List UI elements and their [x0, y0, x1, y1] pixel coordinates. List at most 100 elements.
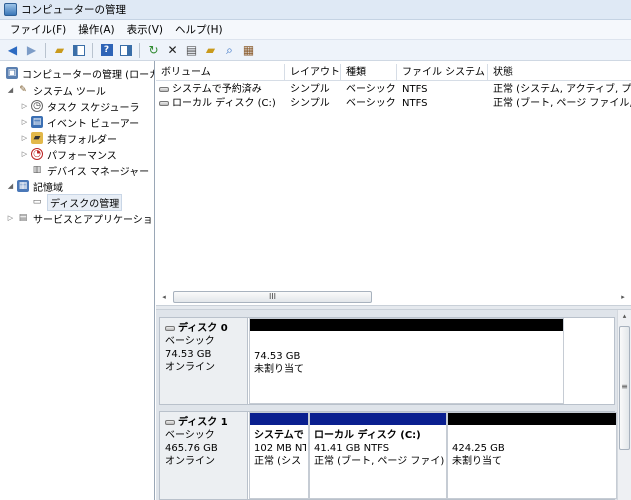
title-bar: コンピューターの管理 [0, 0, 631, 20]
back-icon[interactable]: ◀ [4, 42, 21, 59]
partition-title: システムで [254, 430, 304, 441]
partition-title: ローカル ディスク (C:) [314, 430, 421, 441]
column-header-filesystem[interactable]: ファイル システム [397, 64, 488, 81]
expand-arrow-icon[interactable]: ▷ [20, 134, 29, 142]
horizontal-scrollbar[interactable]: ◂ III ▸ [158, 290, 629, 304]
tree-item-storage[interactable]: ◢ ▦ 記憶域 [6, 178, 63, 194]
tree-item-disk-management[interactable]: ▭ ディスクの管理 [29, 193, 123, 211]
status-cell: 正常 (システム, アクティブ, プラ [493, 84, 631, 95]
partition-status: 未割り当て [452, 456, 502, 467]
forward-icon[interactable]: ▶ [23, 42, 40, 59]
toolbar-separator [92, 42, 93, 58]
toolbar-separator [139, 42, 140, 58]
computer-management-icon: ▣ [6, 67, 18, 79]
disk-graph-view: ディスク 0 ベーシック 74.53 GB オンライン 74.53 GB 未割り… [156, 310, 631, 500]
partition-text: システムで 102 MB NT 正常 (シス [254, 429, 306, 468]
volume-cell: ローカル ディスク (C:) [156, 97, 285, 110]
volume-row[interactable]: ローカル ディスク (C:) シンプル ベーシック NTFS 正常 (ブート, … [156, 97, 631, 110]
volume-icon [159, 86, 169, 92]
tree-item-shared-folders[interactable]: ▷ ▰ 共有フォルダー [20, 130, 117, 146]
storage-icon: ▦ [17, 180, 29, 192]
up-folder-icon[interactable]: ▰ [51, 42, 68, 59]
collapse-arrow-icon[interactable]: ◢ [6, 86, 15, 94]
partition-bar [250, 319, 563, 331]
partition-size: 102 MB NT [254, 443, 306, 454]
tree-item-performance[interactable]: ▷ ◔ パフォーマンス [20, 146, 117, 162]
show-hide-tree-icon[interactable] [70, 42, 87, 59]
tree-item-system-tools[interactable]: ◢ ✎ システム ツール [6, 82, 106, 98]
layout-cell: シンプル [290, 98, 330, 109]
tree-item-computer-management[interactable]: ▣ コンピューターの管理 (ローカ [4, 65, 154, 81]
disk-name-row: ディスク 1 [165, 416, 247, 429]
tree-item-device-manager[interactable]: ▥ デバイス マネージャー [29, 162, 149, 178]
expand-arrow-icon[interactable]: ▷ [20, 102, 29, 110]
partition-status: 正常 (ブート, ページ ファイ) [314, 456, 444, 467]
expand-arrow-icon[interactable]: ▷ [6, 214, 15, 222]
partition-status: 未割り当て [254, 364, 304, 375]
menu-file[interactable]: ファイル(F) [4, 22, 72, 37]
scroll-left-icon[interactable]: ◂ [158, 291, 170, 303]
partition-bar [250, 413, 308, 425]
properties-pane-icon[interactable] [117, 42, 134, 59]
vertical-scroll-thumb[interactable]: ≡ [619, 326, 630, 450]
disk-status: オンライン [165, 362, 215, 373]
column-header-type[interactable]: 種類 [341, 64, 397, 81]
disk-size: 465.76 GB [165, 443, 218, 454]
type-cell: ベーシック [346, 84, 396, 95]
disk-name: ディスク 0 [178, 323, 228, 334]
volume-cell: システムで予約済み [156, 83, 285, 96]
properties-icon[interactable]: ▤ [183, 42, 200, 59]
expand-arrow-icon[interactable]: ▷ [20, 150, 29, 158]
disk-name: ディスク 1 [178, 417, 228, 428]
partition-unallocated[interactable]: 74.53 GB 未割り当て [249, 318, 564, 404]
partition-text: 424.25 GB 未割り当て [452, 442, 614, 468]
open-icon[interactable]: ▰ [202, 42, 219, 59]
settings-icon[interactable]: ▦ [240, 42, 257, 59]
column-header-layout[interactable]: レイアウト [285, 64, 341, 81]
expand-arrow-icon[interactable]: ▷ [20, 118, 29, 126]
disk-icon [165, 326, 175, 331]
scroll-right-icon[interactable]: ▸ [617, 291, 629, 303]
partition-status: 正常 (シス [254, 456, 302, 467]
volume-row[interactable]: システムで予約済み シンプル ベーシック NTFS 正常 (システム, アクティ… [156, 83, 631, 96]
collapse-arrow-icon[interactable]: ◢ [6, 182, 15, 190]
help-icon[interactable]: ? [98, 42, 115, 59]
services-icon: ▤ [18, 213, 28, 223]
menu-view[interactable]: 表示(V) [121, 22, 169, 37]
menu-action[interactable]: 操作(A) [72, 22, 120, 37]
navigation-tree: ▣ コンピューターの管理 (ローカ ◢ ✎ システム ツール ▷ ◷ タスク ス… [0, 61, 155, 500]
partition-size: 74.53 GB [254, 351, 301, 362]
disk-info-0: ディスク 0 ベーシック 74.53 GB オンライン [160, 318, 248, 404]
horizontal-scroll-thumb[interactable]: III [173, 291, 372, 303]
partition-text: ローカル ディスク (C:) 41.41 GB NTFS 正常 (ブート, ペー… [314, 429, 444, 468]
vertical-scrollbar[interactable]: ▴ ≡ [617, 310, 631, 500]
tree-item-task-scheduler[interactable]: ▷ ◷ タスク スケジューラ [20, 98, 139, 114]
column-header-volume[interactable]: ボリューム [156, 64, 285, 81]
shared-folder-icon: ▰ [31, 132, 43, 144]
volume-name: ローカル ディスク (C:) [172, 98, 276, 109]
scroll-up-icon[interactable]: ▴ [618, 312, 631, 320]
status-cell: 正常 (ブート, ページ ファイル, [493, 98, 631, 109]
search-icon[interactable]: ⌕ [221, 42, 238, 59]
disk-row-0[interactable]: ディスク 0 ベーシック 74.53 GB オンライン 74.53 GB 未割り… [159, 317, 615, 405]
partition-local-disk-c[interactable]: ローカル ディスク (C:) 41.41 GB NTFS 正常 (ブート, ペー… [309, 412, 447, 499]
partition-unallocated[interactable]: 424.25 GB 未割り当て [447, 412, 617, 499]
partition-bar [448, 413, 616, 425]
disk-row-1[interactable]: ディスク 1 ベーシック 465.76 GB オンライン システムで 102 M… [159, 411, 617, 500]
column-header-status[interactable]: 状態 [488, 64, 631, 81]
delete-icon[interactable]: ✕ [164, 42, 181, 59]
disk-size: 74.53 GB [165, 349, 212, 360]
tree-item-services-apps[interactable]: ▷ ▤ サービスとアプリケーショ [6, 210, 153, 226]
toolbar-separator [45, 42, 46, 58]
window-title: コンピューターの管理 [21, 4, 126, 16]
partition-system-reserved[interactable]: システムで 102 MB NT 正常 (シス [249, 412, 309, 499]
menu-help[interactable]: ヘルプ(H) [169, 22, 229, 37]
partition-size: 424.25 GB [452, 443, 505, 454]
disk-management-icon: ▭ [32, 197, 42, 207]
disk-icon [165, 420, 175, 425]
tree-item-event-viewer[interactable]: ▷ ▤ イベント ビューアー [20, 114, 139, 130]
refresh-icon[interactable]: ↻ [145, 42, 162, 59]
content-pane: ボリューム レイアウト 種類 ファイル システム 状態 システムで予約済み シン… [156, 61, 631, 500]
toolbar: ◀ ▶ ▰ ? ↻ ✕ ▤ ▰ ⌕ ▦ [0, 40, 631, 61]
partition-text: 74.53 GB 未割り当て [254, 350, 561, 376]
